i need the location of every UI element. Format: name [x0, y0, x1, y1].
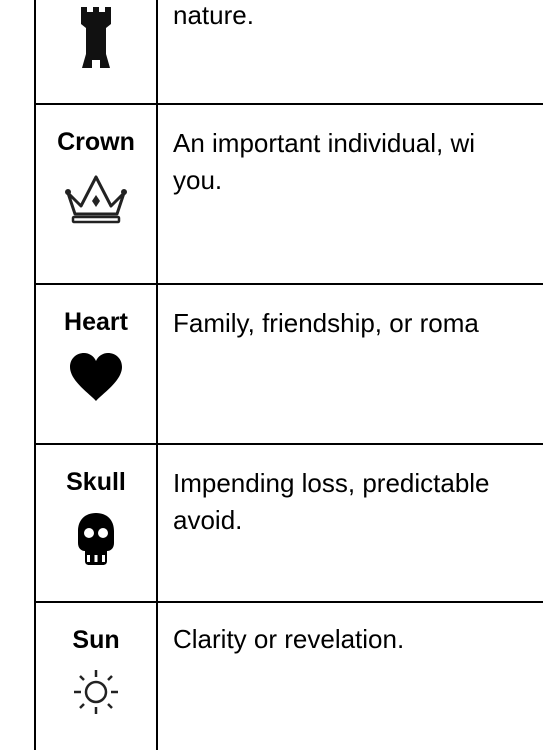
symbol-cell: Heart	[36, 307, 156, 403]
symbol-name: Sun	[72, 626, 120, 654]
table-row: Sun Clarity or revelation.	[36, 603, 543, 750]
symbol-name: Crown	[57, 128, 135, 156]
symbol-cell: Sun	[36, 625, 156, 717]
symbol-cell: Skull	[36, 467, 156, 567]
description-cell: An important individual, wi you.	[173, 125, 543, 199]
description-cell: Clarity or revelation.	[173, 621, 543, 658]
tower-icon	[81, 7, 111, 68]
heart-icon	[70, 353, 122, 401]
description-cell: Family, friendship, or roma	[173, 305, 543, 342]
symbol-cell	[36, 4, 156, 72]
sun-icon	[74, 670, 118, 714]
description-text: Impending loss, predictable	[173, 468, 490, 498]
symbol-cell: Crown	[36, 127, 156, 227]
table-row: Crown An important individual, wi you.	[36, 105, 543, 283]
table-row: Skull Impending loss, predictable avoid.	[36, 445, 543, 601]
crown-icon	[65, 175, 127, 224]
description-text: nature.	[173, 0, 254, 30]
symbol-table: nature. Crown An important individual, w…	[0, 0, 543, 750]
symbol-name: Heart	[64, 308, 128, 336]
description-text: avoid.	[173, 505, 243, 535]
description-text: Family, friendship, or roma	[173, 308, 479, 338]
symbol-name: Skull	[66, 468, 126, 496]
table-row: Heart Family, friendship, or roma	[36, 285, 543, 443]
description-cell: nature.	[173, 0, 543, 34]
description-cell: Impending loss, predictable avoid.	[173, 465, 543, 539]
description-text: Clarity or revelation.	[173, 624, 405, 654]
description-text: An important individual, wi	[173, 128, 476, 158]
description-text: you.	[173, 165, 223, 195]
skull-icon	[78, 513, 114, 565]
table-row: nature.	[36, 0, 543, 103]
